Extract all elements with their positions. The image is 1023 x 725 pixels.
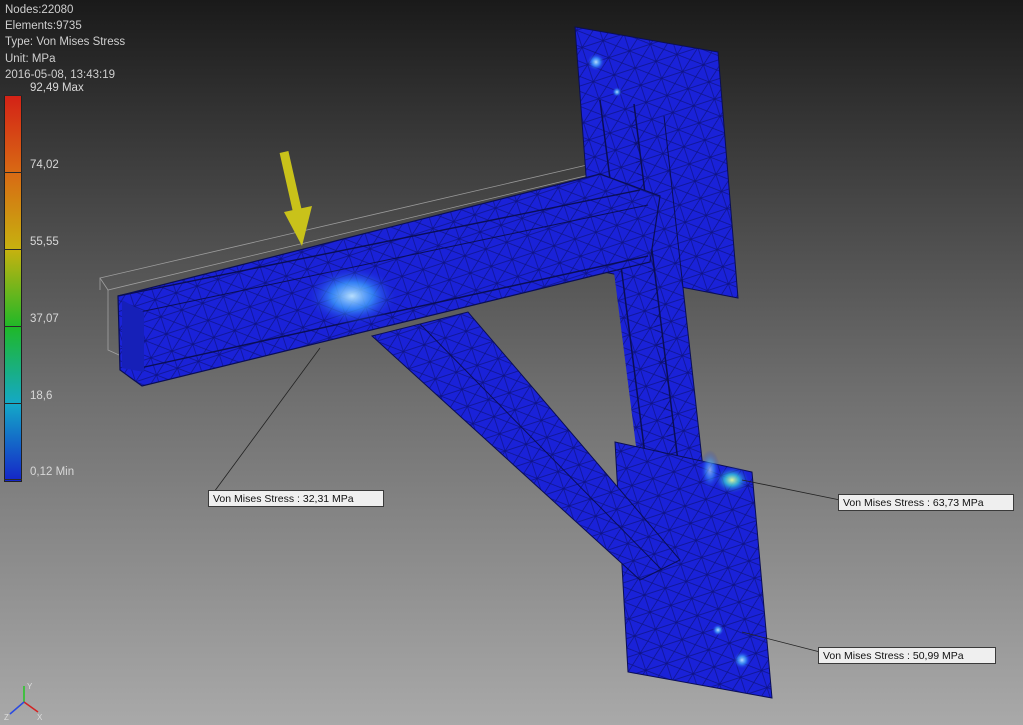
cantilever-beam xyxy=(117,173,661,387)
x-axis-line xyxy=(23,701,39,713)
orientation-triad[interactable]: Y X Z xyxy=(4,680,44,720)
triad-x-label: X xyxy=(37,713,43,720)
probe-label-beam[interactable]: Von Mises Stress : 32,31 MPa xyxy=(208,490,384,507)
triad-y-label: Y xyxy=(27,682,33,691)
probe-label-lower-plate[interactable]: Von Mises Stress : 50,99 MPa xyxy=(818,647,996,664)
z-axis-line xyxy=(9,701,25,715)
model-viewport[interactable] xyxy=(0,0,1023,725)
triad-z-label: Z xyxy=(4,713,9,720)
load-arrow xyxy=(279,151,312,246)
probe-label-upper-plate[interactable]: Von Mises Stress : 63,73 MPa xyxy=(838,494,1014,511)
